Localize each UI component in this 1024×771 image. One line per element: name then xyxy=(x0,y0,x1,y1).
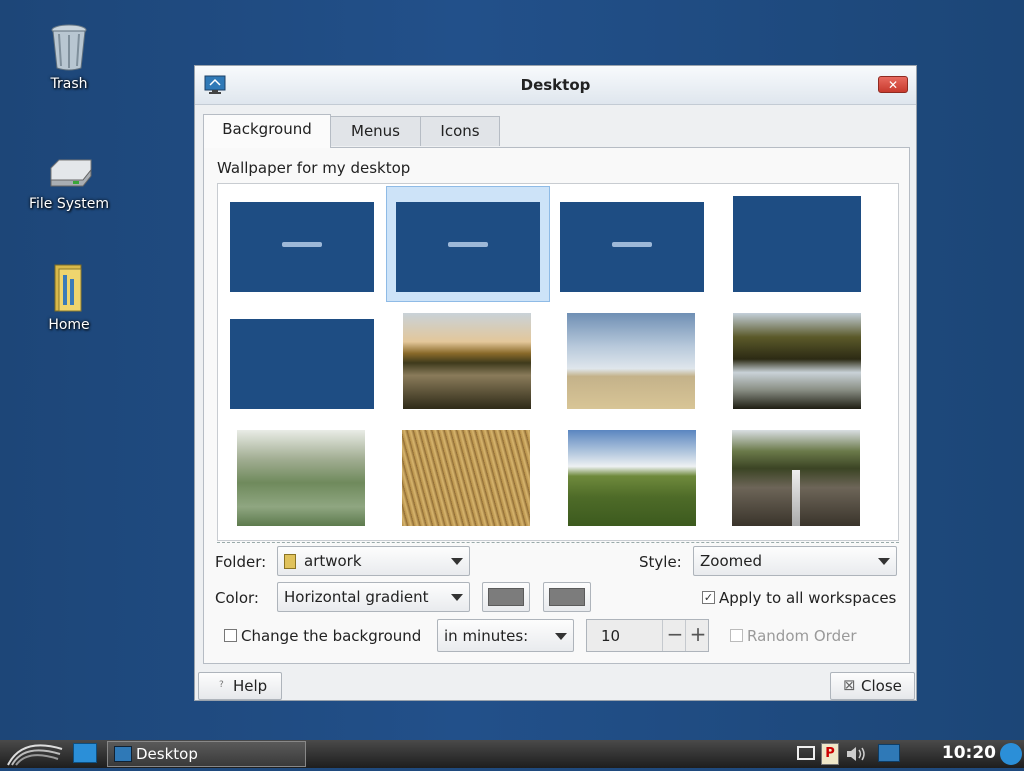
chevron-down-icon xyxy=(878,558,890,565)
close-button-label: Close xyxy=(861,677,902,695)
wallpaper-thumbnail[interactable] xyxy=(401,429,531,527)
color-label: Color: xyxy=(215,589,259,607)
interval-unit-select[interactable]: in minutes: xyxy=(437,619,574,652)
package-manager-icon[interactable]: P xyxy=(821,743,839,765)
taskbar: Desktop P 10:20 xyxy=(0,740,1024,768)
help-button-label: Help xyxy=(233,677,268,695)
folder-icon xyxy=(284,554,296,569)
chevron-down-icon xyxy=(555,633,567,640)
style-label: Style: xyxy=(639,553,682,571)
desktop-preferences-window: Desktop ✕ Background Menus Icons Wallpap… xyxy=(194,65,917,701)
wallpaper-thumbnail[interactable] xyxy=(229,318,375,410)
trash-icon xyxy=(47,22,91,72)
apply-all-workspaces-checkbox[interactable]: ✓ xyxy=(702,591,715,604)
wallpaper-thumbnail-selected[interactable] xyxy=(386,186,550,302)
grid-divider xyxy=(217,538,899,543)
hard-drive-icon xyxy=(47,158,92,192)
wallpaper-image xyxy=(732,430,860,526)
color-button-2[interactable] xyxy=(543,582,591,612)
wallpaper-image xyxy=(403,313,531,409)
tab-background[interactable]: Background xyxy=(203,114,331,148)
wallpaper-image xyxy=(567,313,695,409)
window-title: Desktop xyxy=(520,76,591,94)
color-mode-value: Horizontal gradient xyxy=(284,588,429,606)
desktop-icon-label: Trash xyxy=(50,76,88,92)
wallpaper-thumbnail[interactable] xyxy=(732,195,862,293)
help-button[interactable]: ? Help xyxy=(198,672,282,700)
increment-button[interactable]: + xyxy=(685,620,710,651)
desktop-icon-trash[interactable]: Trash xyxy=(14,22,124,92)
clock[interactable]: 10:20 xyxy=(942,743,996,763)
desktop-icon-home[interactable]: Home xyxy=(14,263,124,333)
color-button-1[interactable] xyxy=(482,582,530,612)
folder-select-value: artwork xyxy=(304,552,362,570)
wallpaper-label: Wallpaper for my desktop xyxy=(217,159,411,177)
wallpaper-image xyxy=(568,430,696,526)
wallpaper-grid[interactable] xyxy=(217,183,899,541)
color-mode-select[interactable]: Horizontal gradient xyxy=(277,582,470,612)
folder-label: Folder: xyxy=(215,553,267,571)
chevron-down-icon xyxy=(451,558,463,565)
style-select[interactable]: Zoomed xyxy=(693,546,897,576)
desktop-icon-label: File System xyxy=(28,196,110,212)
taskbar-window-label: Desktop xyxy=(136,745,198,763)
wallpaper-thumbnail[interactable] xyxy=(566,312,696,410)
show-desktop-icon[interactable] xyxy=(73,743,97,763)
taskbar-window-desktop[interactable]: Desktop xyxy=(107,741,306,767)
volume-icon[interactable] xyxy=(845,745,867,763)
home-folder-icon xyxy=(47,263,91,313)
desktop-icon-label: Home xyxy=(48,317,90,333)
apply-all-workspaces-label[interactable]: Apply to all workspaces xyxy=(719,589,896,607)
wallpaper-image xyxy=(396,202,540,292)
wallpaper-thumbnail[interactable] xyxy=(567,429,697,527)
style-select-value: Zoomed xyxy=(700,552,762,570)
tab-menus[interactable]: Menus xyxy=(330,116,421,146)
power-icon[interactable] xyxy=(1000,743,1022,765)
help-icon: ? xyxy=(219,680,224,690)
wallpaper-image xyxy=(237,430,365,526)
wallpaper-image xyxy=(733,196,861,292)
change-background-checkbox[interactable] xyxy=(224,629,237,642)
interval-spinner[interactable]: 10 − + xyxy=(586,619,709,652)
display-icon[interactable] xyxy=(797,746,815,760)
wallpaper-thumbnail[interactable] xyxy=(229,201,375,293)
wallpaper-thumbnail[interactable] xyxy=(402,312,532,410)
change-background-label[interactable]: Change the background xyxy=(241,627,421,645)
color-swatch xyxy=(488,588,524,606)
decrement-button[interactable]: − xyxy=(662,620,687,651)
random-order-checkbox[interactable] xyxy=(730,629,743,642)
wallpaper-image xyxy=(560,202,704,292)
desktop-monitor-icon xyxy=(114,746,132,762)
desktop-icon-file-system[interactable]: File System xyxy=(14,158,124,212)
close-icon: ✕ xyxy=(887,78,899,92)
interval-value[interactable]: 10 xyxy=(601,627,620,645)
random-order-label: Random Order xyxy=(747,627,857,645)
color-swatch xyxy=(549,588,585,606)
wallpaper-image xyxy=(230,319,374,409)
wallpaper-thumbnail[interactable] xyxy=(236,429,366,527)
wallpaper-thumbnail[interactable] xyxy=(731,429,861,527)
wallpaper-image xyxy=(733,313,861,409)
network-icon[interactable] xyxy=(878,744,900,762)
close-button[interactable]: ⊠ Close xyxy=(830,672,915,700)
title-bar[interactable]: Desktop ✕ xyxy=(195,66,916,105)
close-icon: ⊠ xyxy=(843,676,856,694)
chevron-down-icon xyxy=(451,594,463,601)
wallpaper-thumbnail[interactable] xyxy=(732,312,862,410)
wallpaper-thumbnail[interactable] xyxy=(559,201,705,293)
wallpaper-image xyxy=(402,430,530,526)
wallpaper-image xyxy=(230,202,374,292)
interval-unit-value: in minutes: xyxy=(444,627,529,645)
start-menu-icon[interactable] xyxy=(2,741,68,767)
folder-select[interactable]: artwork xyxy=(277,546,470,576)
close-window-button[interactable]: ✕ xyxy=(878,76,908,93)
tab-icons[interactable]: Icons xyxy=(420,116,500,146)
